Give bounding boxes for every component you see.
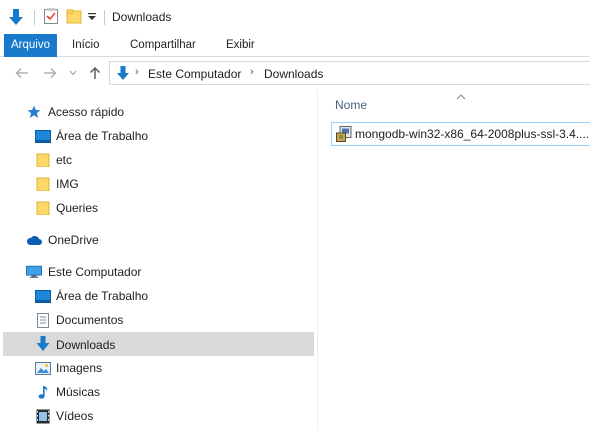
nav-item-acesso-rapido[interactable]: Acesso rápido [3, 101, 314, 123]
nav-label: Este Computador [48, 265, 142, 279]
new-folder-icon[interactable] [66, 8, 82, 24]
back-button[interactable] [15, 66, 29, 80]
star-icon [26, 105, 42, 119]
customize-toolbar-icon[interactable] [88, 13, 96, 21]
nav-item-img[interactable]: IMG [3, 173, 314, 195]
tab-exibir[interactable]: Exibir [226, 34, 255, 57]
recent-locations-chevron-icon[interactable] [68, 66, 78, 80]
breadcrumb-este-computador[interactable]: Este Computador [148, 67, 241, 81]
nav-label: Área de Trabalho [56, 129, 149, 143]
nav-item-downloads[interactable]: Downloads [3, 332, 314, 356]
folder-icon [35, 177, 51, 191]
nav-label: Downloads [56, 338, 116, 352]
video-icon [35, 409, 51, 423]
downloads-location-icon [116, 65, 130, 84]
ribbon-tabs: Arquivo Início Compartilhar Exibir [0, 34, 590, 57]
nav-label: Queries [56, 201, 99, 215]
nav-label: Músicas [56, 385, 101, 399]
file-name: mongodb-win32-x86_64-2008plus-ssl-3.4...… [355, 127, 590, 141]
image-icon [35, 361, 51, 375]
address-row: › Este Computador › Downloads [0, 57, 590, 90]
title-bar: Downloads [0, 0, 590, 34]
computer-icon [26, 265, 42, 279]
breadcrumb-separator-icon[interactable]: › [135, 66, 139, 78]
address-bar[interactable]: › Este Computador › Downloads [109, 61, 590, 85]
nav-item-area-de-trabalho-pc[interactable]: Área de Trabalho [3, 285, 314, 307]
nav-label: OneDrive [48, 233, 99, 247]
installer-icon [336, 126, 352, 142]
document-icon [35, 312, 51, 328]
nav-item-etc[interactable]: etc [3, 149, 314, 171]
nav-item-este-computador[interactable]: Este Computador [3, 261, 314, 283]
separator [104, 10, 105, 25]
download-arrow-icon[interactable] [8, 8, 24, 26]
properties-icon[interactable] [44, 8, 58, 24]
nav-item-imagens[interactable]: Imagens [3, 357, 314, 379]
sort-ascending-icon [456, 90, 466, 100]
nav-item-onedrive[interactable]: OneDrive [3, 229, 314, 251]
tab-arquivo[interactable]: Arquivo [4, 34, 57, 57]
nav-item-musicas[interactable]: Músicas [3, 381, 314, 403]
download-icon [35, 336, 51, 351]
file-list-pane: Nome mongodb-win32-x86_64-2008plus-ssl-3… [318, 90, 590, 429]
tab-compartilhar[interactable]: Compartilhar [130, 34, 196, 57]
column-header-nome[interactable]: Nome [335, 98, 367, 112]
breadcrumb-separator-icon[interactable]: › [250, 66, 254, 78]
nav-label: Acesso rápido [48, 105, 125, 119]
nav-label: etc [56, 153, 73, 167]
nav-label: Documentos [56, 313, 124, 327]
nav-label: Vídeos [56, 409, 94, 423]
breadcrumb-downloads[interactable]: Downloads [264, 67, 323, 81]
navigation-pane: Acesso rápido Área de Trabalho etc IMG Q… [0, 90, 314, 429]
nav-item-area-de-trabalho[interactable]: Área de Trabalho [3, 125, 314, 147]
music-icon [35, 385, 51, 399]
nav-item-videos[interactable]: Vídeos [3, 405, 314, 427]
folder-icon [35, 201, 51, 215]
cloud-icon [26, 233, 42, 247]
nav-label: Área de Trabalho [56, 289, 149, 303]
folder-icon [35, 153, 51, 167]
window-title: Downloads [112, 10, 172, 24]
separator [34, 10, 35, 25]
nav-label: Imagens [56, 361, 103, 375]
desktop-icon [35, 129, 51, 143]
nav-item-documentos[interactable]: Documentos [3, 309, 314, 331]
file-item[interactable]: mongodb-win32-x86_64-2008plus-ssl-3.4...… [331, 122, 590, 146]
up-button[interactable] [88, 66, 102, 80]
nav-label: IMG [56, 177, 79, 191]
nav-item-queries[interactable]: Queries [3, 197, 314, 219]
tab-inicio[interactable]: Início [72, 34, 100, 57]
desktop-icon [35, 289, 51, 303]
forward-button[interactable] [43, 66, 57, 80]
